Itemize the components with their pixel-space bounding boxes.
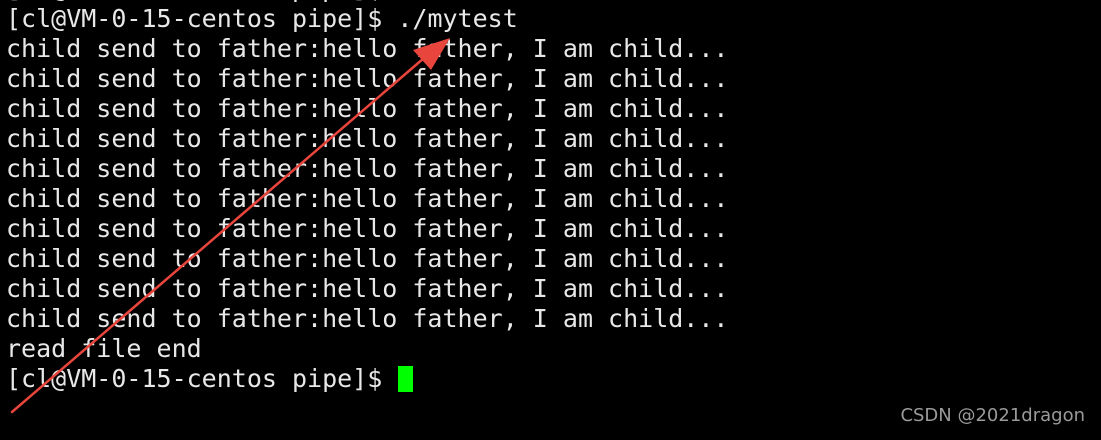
output-line: child send to father:hello father, I am … bbox=[6, 214, 729, 243]
output-line: child send to father:hello father, I am … bbox=[6, 34, 729, 63]
terminal-output: [cl@VM-0-15-centos pipe]$ ./mytest child… bbox=[6, 4, 728, 394]
final-prompt-line[interactable]: [cl@VM-0-15-centos pipe]$ bbox=[6, 364, 728, 394]
command-line: [cl@VM-0-15-centos pipe]$ ./mytest bbox=[6, 4, 728, 34]
command-text: ./mytest bbox=[397, 4, 518, 33]
output-line: child send to father:hello father, I am … bbox=[6, 244, 729, 273]
output-line-read-end: read file end bbox=[6, 334, 202, 363]
output-line: child send to father:hello father, I am … bbox=[6, 124, 729, 153]
terminal-cursor-icon bbox=[398, 366, 414, 392]
output-line: child send to father:hello father, I am … bbox=[6, 184, 729, 213]
output-line: child send to father:hello father, I am … bbox=[6, 154, 729, 183]
output-line: child send to father:hello father, I am … bbox=[6, 274, 729, 303]
shell-prompt-final: [cl@VM-0-15-centos pipe]$ bbox=[6, 364, 398, 393]
csdn-watermark: CSDN @2021dragon bbox=[900, 405, 1085, 426]
output-line: child send to father:hello father, I am … bbox=[6, 304, 729, 333]
output-line: child send to father:hello father, I am … bbox=[6, 94, 729, 123]
output-line: child send to father:hello father, I am … bbox=[6, 64, 729, 93]
shell-prompt: [cl@VM-0-15-centos pipe]$ bbox=[6, 4, 398, 33]
terminal-window[interactable]: [cl@VM-0-15-centos pipe]$ [cl@VM-0-15-ce… bbox=[0, 0, 1101, 440]
